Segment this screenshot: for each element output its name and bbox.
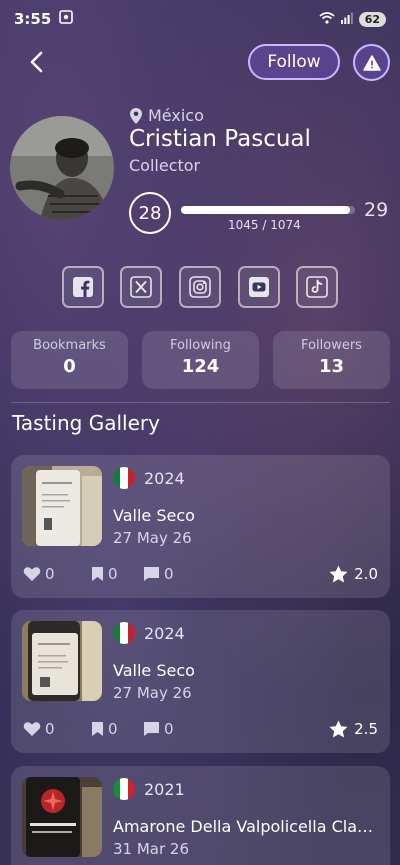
star-icon [329, 720, 348, 738]
tasting-date: 27 May 26 [113, 529, 192, 547]
like-button[interactable]: 0 [23, 720, 55, 738]
status-icons: 62 [319, 11, 386, 27]
rating: 2.5 [329, 720, 378, 738]
like-button[interactable]: 0 [23, 565, 55, 583]
heart-icon [23, 567, 41, 581]
tasting-date: 31 Mar 26 [113, 840, 190, 858]
youtube-icon [249, 277, 269, 297]
status-bar: 3:55 62 [0, 0, 400, 38]
bookmark-count: 0 [108, 565, 118, 583]
profile-location: México [130, 106, 204, 125]
avatar [10, 116, 114, 220]
x-button[interactable] [120, 266, 162, 308]
status-time: 3:55 [14, 10, 52, 28]
comment-icon [144, 567, 159, 581]
signal-icon [340, 12, 353, 27]
stat-value: 124 [181, 356, 220, 377]
level-badge: 28 [129, 192, 171, 234]
comment-count: 0 [164, 720, 174, 738]
next-level: 29 [364, 199, 389, 221]
x-icon [130, 276, 152, 298]
report-button[interactable] [353, 44, 390, 81]
profile-name: Cristian Pascual [129, 126, 311, 152]
bookmark-button[interactable]: 0 [91, 565, 118, 583]
stat-value: 13 [318, 356, 345, 377]
comment-icon [144, 722, 159, 736]
back-button[interactable] [22, 48, 50, 76]
location-label: México [148, 106, 204, 125]
warning-icon [362, 54, 381, 71]
mexico-flag-icon [113, 622, 135, 644]
comment-count: 0 [164, 565, 174, 583]
screen-record-icon [59, 10, 74, 28]
tasting-card[interactable]: 2021 Amarone Della Valpolicella Clas... … [11, 766, 390, 865]
divider [11, 402, 390, 403]
stat-bookmarks[interactable]: Bookmarks 0 [11, 331, 128, 389]
stat-label: Bookmarks [33, 338, 106, 353]
top-bar: Follow [0, 42, 400, 82]
profile-rank: Collector [129, 156, 201, 175]
wine-photo [22, 777, 102, 857]
instagram-button[interactable] [179, 266, 221, 308]
facebook-icon [73, 277, 93, 297]
wine-vintage: 2024 [144, 624, 185, 643]
youtube-button[interactable] [238, 266, 280, 308]
rating-value: 2.5 [354, 720, 378, 738]
card-actions: 0 0 0 2.0 [23, 565, 378, 587]
like-count: 0 [45, 565, 55, 583]
tasting-card[interactable]: 2024 Valle Seco 27 May 26 0 0 0 2.0 [11, 455, 390, 598]
heart-icon [23, 722, 41, 736]
social-links [0, 266, 400, 308]
level-progress-bar [181, 206, 355, 214]
comment-button[interactable]: 0 [143, 720, 174, 738]
tiktok-button[interactable] [296, 266, 338, 308]
card-actions: 0 0 0 2.5 [23, 720, 378, 742]
stat-value: 0 [63, 356, 76, 377]
wine-vintage: 2021 [144, 780, 185, 799]
wine-photo [22, 466, 102, 546]
tasting-card[interactable]: 2024 Valle Seco 27 May 26 0 0 0 2.5 [11, 610, 390, 753]
wine-photo [22, 621, 102, 701]
wine-name: Amarone Della Valpolicella Clas... [113, 817, 379, 836]
star-icon [329, 565, 348, 583]
like-count: 0 [45, 720, 55, 738]
bookmark-count: 0 [108, 720, 118, 738]
follow-button[interactable]: Follow [248, 44, 340, 80]
wine-name: Valle Seco [113, 661, 195, 680]
wine-vintage: 2024 [144, 469, 185, 488]
instagram-icon [189, 276, 211, 298]
chevron-left-icon [30, 51, 43, 73]
facebook-button[interactable] [62, 266, 104, 308]
level-progress-fill [181, 206, 351, 214]
tiktok-icon [306, 276, 328, 298]
rating-value: 2.0 [354, 565, 378, 583]
bookmark-icon [92, 722, 103, 736]
stat-followers[interactable]: Followers 13 [273, 331, 390, 389]
level-progress-text: 1045 / 1074 [228, 218, 301, 232]
wifi-icon [319, 11, 335, 27]
comment-button[interactable]: 0 [143, 565, 174, 583]
stat-following[interactable]: Following 124 [142, 331, 259, 389]
profile-stats: Bookmarks 0 Following 124 Followers 13 [11, 331, 390, 389]
wine-name: Valle Seco [113, 506, 195, 525]
bookmark-icon [92, 567, 103, 581]
stat-label: Followers [301, 338, 362, 353]
italy-flag-icon [113, 778, 135, 800]
mexico-flag-icon [113, 467, 135, 489]
gallery-title: Tasting Gallery [12, 411, 160, 435]
rating: 2.0 [329, 565, 378, 583]
tasting-date: 27 May 26 [113, 684, 192, 702]
stat-label: Following [170, 338, 231, 353]
battery-indicator: 62 [358, 11, 386, 27]
location-pin-icon [130, 107, 142, 124]
bookmark-button[interactable]: 0 [91, 720, 118, 738]
